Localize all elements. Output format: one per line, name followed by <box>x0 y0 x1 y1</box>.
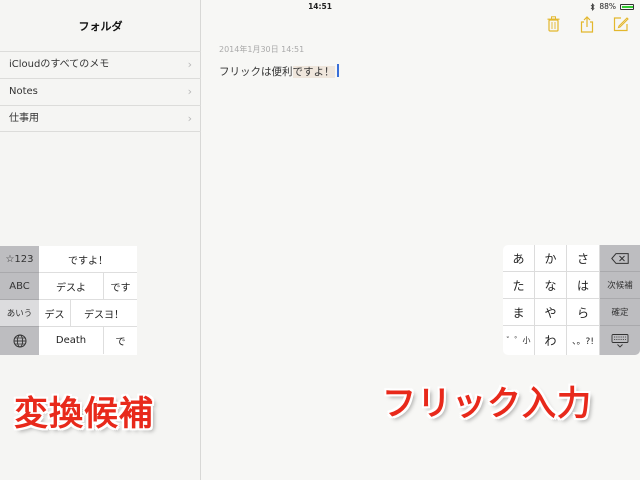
candidate-row: デスよ です <box>39 273 137 300</box>
globe-icon <box>13 334 26 348</box>
candidate-item[interactable]: ですよ！ <box>39 246 137 273</box>
kana-key-sa[interactable]: さ <box>567 245 600 272</box>
folder-label: iCloudのすべてのメモ <box>9 59 110 70</box>
kana-key-a[interactable]: あ <box>503 245 535 272</box>
caption-conversion-candidates: 変換候補 <box>14 394 154 434</box>
compose-icon[interactable] <box>612 14 630 34</box>
battery-percent: 88% <box>599 2 616 11</box>
battery-level <box>622 5 633 8</box>
globe-key[interactable] <box>0 327 39 355</box>
note-toolbar <box>544 14 630 34</box>
folder-label: Notes <box>9 86 38 97</box>
note-body[interactable]: フリックは便利ですよ！ <box>219 64 339 79</box>
next-candidate-key[interactable]: 次候補 <box>600 272 640 299</box>
kana-key[interactable]: あいう <box>0 300 39 327</box>
chevron-right-icon: › <box>187 58 192 71</box>
abc-key[interactable]: ABC <box>0 273 39 300</box>
delete-icon <box>611 252 629 264</box>
sidebar-title: フォルダ <box>78 20 123 33</box>
folder-label: 仕事用 <box>9 113 39 124</box>
candidate-keyboard: ☆123 ABC あいう ですよ！ デスよ です デス デスヨ！ Death で <box>0 246 137 355</box>
delete-key[interactable] <box>600 245 640 272</box>
note-text-committed: フリックは便利 <box>219 66 293 78</box>
text-cursor <box>336 64 339 77</box>
kana-grid: あ か さ た な は ま や ら ゛゜小 わ 、。?! <box>503 245 600 355</box>
confirm-key[interactable]: 確定 <box>600 299 640 326</box>
kana-key-ra[interactable]: ら <box>567 299 600 326</box>
kana-key-ta[interactable]: た <box>503 272 535 299</box>
folder-item-notes[interactable]: Notes › <box>0 78 201 105</box>
folder-item-icloud-all[interactable]: iCloudのすべてのメモ › <box>0 51 201 78</box>
candidate-item[interactable]: デスよ <box>39 273 104 300</box>
candidate-row: デス デスヨ！ <box>39 300 137 327</box>
bluetooth-icon <box>591 2 595 11</box>
note-text-marked: ですよ！ <box>292 66 335 78</box>
candidate-item[interactable]: Death <box>39 327 104 354</box>
candidate-item[interactable]: デスヨ！ <box>71 300 137 327</box>
chevron-right-icon: › <box>187 85 192 98</box>
kana-key-ha[interactable]: は <box>567 272 600 299</box>
caption-flick-input: フリック入力 <box>382 384 592 424</box>
candidate-row: Death で <box>39 327 137 355</box>
chevron-right-icon: › <box>187 112 192 125</box>
candidate-item[interactable]: デス <box>39 300 71 327</box>
kana-key-ma[interactable]: ま <box>503 299 535 326</box>
keyboard-hide-icon <box>611 333 629 348</box>
flick-keyboard: あ か さ た な は ま や ら ゛゜小 わ 、。?! 次候補 確定 <box>503 245 640 355</box>
candidate-item[interactable]: です <box>104 273 137 300</box>
battery-icon <box>620 3 634 10</box>
kana-key-dakuten[interactable]: ゛゜小 <box>503 326 535 355</box>
trash-icon[interactable] <box>544 14 562 34</box>
share-icon[interactable] <box>578 14 596 34</box>
kana-key-wa[interactable]: わ <box>535 326 567 355</box>
folder-item-work[interactable]: 仕事用 › <box>0 105 201 132</box>
numbers-key[interactable]: ☆123 <box>0 246 39 273</box>
kana-key-ya[interactable]: や <box>535 299 567 326</box>
kana-key-punctuation[interactable]: 、。?! <box>567 326 600 355</box>
note-date: 2014年1月30日 14:51 <box>219 45 305 54</box>
kana-key-na[interactable]: な <box>535 272 567 299</box>
candidate-row: ですよ！ <box>39 246 137 273</box>
kana-key-ka[interactable]: か <box>535 245 567 272</box>
candidate-item[interactable]: で <box>104 327 137 354</box>
candidate-list: ですよ！ デスよ です デス デスヨ！ Death で <box>39 246 137 355</box>
folder-list: iCloudのすべてのメモ › Notes › 仕事用 › <box>0 51 201 132</box>
hide-keyboard-key[interactable] <box>600 326 640 355</box>
